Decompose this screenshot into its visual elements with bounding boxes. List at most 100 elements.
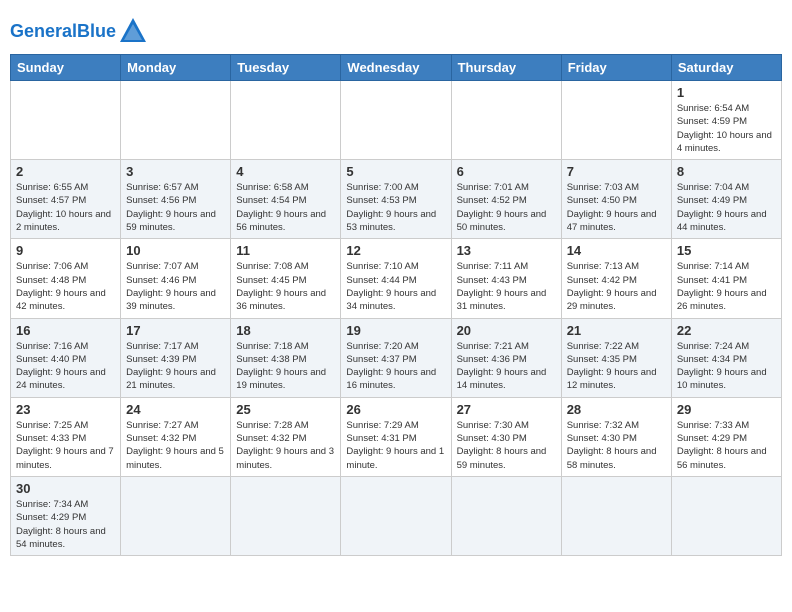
calendar-cell	[231, 81, 341, 160]
calendar-cell: 11 Sunrise: 7:08 AM Sunset: 4:45 PM Dayli…	[231, 239, 341, 318]
day-info: Sunrise: 7:18 AM Sunset: 4:38 PM Dayligh…	[236, 340, 335, 393]
day-number: 14	[567, 243, 666, 258]
calendar-cell: 29Sunrise: 7:33 AM Sunset: 4:29 PM Dayli…	[671, 397, 781, 476]
day-info: Sunrise: 7:25 AM Sunset: 4:33 PM Dayligh…	[16, 419, 115, 472]
calendar-cell	[451, 476, 561, 555]
day-info: Sunrise: 7:28 AM Sunset: 4:32 PM Dayligh…	[236, 419, 335, 472]
day-info: Sunrise: 7:06 AM Sunset: 4:48 PM Dayligh…	[16, 260, 115, 313]
calendar-cell: 19 Sunrise: 7:20 AM Sunset: 4:37 PM Dayli…	[341, 318, 451, 397]
logo-blue: Blue	[77, 21, 116, 41]
calendar-cell: 9 Sunrise: 7:06 AM Sunset: 4:48 PM Daylig…	[11, 239, 121, 318]
day-info: Sunrise: 7:01 AM Sunset: 4:52 PM Dayligh…	[457, 181, 556, 234]
day-info: Sunrise: 7:17 AM Sunset: 4:39 PM Dayligh…	[126, 340, 225, 393]
day-info: Sunrise: 7:33 AM Sunset: 4:29 PM Dayligh…	[677, 419, 776, 472]
logo-general: General	[10, 21, 77, 41]
calendar-cell	[231, 476, 341, 555]
weekday-header-thursday: Thursday	[451, 55, 561, 81]
week-row-1: 2Sunrise: 6:55 AM Sunset: 4:57 PM Daylig…	[11, 160, 782, 239]
calendar-cell	[671, 476, 781, 555]
day-info: Sunrise: 7:03 AM Sunset: 4:50 PM Dayligh…	[567, 181, 666, 234]
day-number: 22	[677, 323, 776, 338]
calendar-cell	[561, 476, 671, 555]
weekday-header-wednesday: Wednesday	[341, 55, 451, 81]
week-row-5: 30Sunrise: 7:34 AM Sunset: 4:29 PM Dayli…	[11, 476, 782, 555]
day-info: Sunrise: 7:16 AM Sunset: 4:40 PM Dayligh…	[16, 340, 115, 393]
day-info: Sunrise: 7:32 AM Sunset: 4:30 PM Dayligh…	[567, 419, 666, 472]
day-info: Sunrise: 7:20 AM Sunset: 4:37 PM Dayligh…	[346, 340, 445, 393]
day-number: 16	[16, 323, 115, 338]
calendar-cell: 17 Sunrise: 7:17 AM Sunset: 4:39 PM Dayli…	[121, 318, 231, 397]
calendar-cell: 21 Sunrise: 7:22 AM Sunset: 4:35 PM Dayli…	[561, 318, 671, 397]
day-number: 3	[126, 164, 225, 179]
calendar-cell: 6Sunrise: 7:01 AM Sunset: 4:52 PM Daylig…	[451, 160, 561, 239]
day-number: 23	[16, 402, 115, 417]
calendar-cell: 2Sunrise: 6:55 AM Sunset: 4:57 PM Daylig…	[11, 160, 121, 239]
week-row-3: 16 Sunrise: 7:16 AM Sunset: 4:40 PM Dayli…	[11, 318, 782, 397]
calendar-cell: 10Sunrise: 7:07 AM Sunset: 4:46 PM Dayli…	[121, 239, 231, 318]
page: GeneralBlue SundayMondayTuesdayWednesday…	[0, 0, 792, 612]
calendar-cell: 28 Sunrise: 7:32 AM Sunset: 4:30 PM Dayli…	[561, 397, 671, 476]
day-info: Sunrise: 7:24 AM Sunset: 4:34 PM Dayligh…	[677, 340, 776, 393]
day-number: 8	[677, 164, 776, 179]
calendar-cell: 20 Sunrise: 7:21 AM Sunset: 4:36 PM Dayli…	[451, 318, 561, 397]
day-info: Sunrise: 6:54 AM Sunset: 4:59 PM Dayligh…	[677, 102, 776, 155]
day-info: Sunrise: 7:29 AM Sunset: 4:31 PM Dayligh…	[346, 419, 445, 472]
calendar-cell	[121, 476, 231, 555]
weekday-header-saturday: Saturday	[671, 55, 781, 81]
day-number: 25	[236, 402, 335, 417]
day-info: Sunrise: 6:55 AM Sunset: 4:57 PM Dayligh…	[16, 181, 115, 234]
day-number: 9	[16, 243, 115, 258]
logo-text: GeneralBlue	[10, 21, 116, 42]
day-info: Sunrise: 6:57 AM Sunset: 4:56 PM Dayligh…	[126, 181, 225, 234]
calendar-cell: 24Sunrise: 7:27 AM Sunset: 4:32 PM Dayli…	[121, 397, 231, 476]
day-number: 12	[346, 243, 445, 258]
calendar-cell: 13Sunrise: 7:11 AM Sunset: 4:43 PM Dayli…	[451, 239, 561, 318]
week-row-2: 9 Sunrise: 7:06 AM Sunset: 4:48 PM Daylig…	[11, 239, 782, 318]
day-number: 4	[236, 164, 335, 179]
calendar-cell	[451, 81, 561, 160]
day-info: Sunrise: 7:21 AM Sunset: 4:36 PM Dayligh…	[457, 340, 556, 393]
calendar-cell	[561, 81, 671, 160]
day-info: Sunrise: 7:10 AM Sunset: 4:44 PM Dayligh…	[346, 260, 445, 313]
header: GeneralBlue	[10, 10, 782, 46]
calendar-cell: 22 Sunrise: 7:24 AM Sunset: 4:34 PM Dayli…	[671, 318, 781, 397]
calendar-cell: 7 Sunrise: 7:03 AM Sunset: 4:50 PM Daylig…	[561, 160, 671, 239]
calendar-cell: 8Sunrise: 7:04 AM Sunset: 4:49 PM Daylig…	[671, 160, 781, 239]
day-number: 20	[457, 323, 556, 338]
day-info: Sunrise: 6:58 AM Sunset: 4:54 PM Dayligh…	[236, 181, 335, 234]
day-number: 18	[236, 323, 335, 338]
calendar-cell: 26Sunrise: 7:29 AM Sunset: 4:31 PM Dayli…	[341, 397, 451, 476]
day-info: Sunrise: 7:22 AM Sunset: 4:35 PM Dayligh…	[567, 340, 666, 393]
day-info: Sunrise: 7:11 AM Sunset: 4:43 PM Dayligh…	[457, 260, 556, 313]
calendar-cell	[11, 81, 121, 160]
calendar-cell	[341, 476, 451, 555]
day-number: 17	[126, 323, 225, 338]
logo-icon	[118, 16, 148, 46]
calendar-cell: 4 Sunrise: 6:58 AM Sunset: 4:54 PM Daylig…	[231, 160, 341, 239]
day-number: 28	[567, 402, 666, 417]
calendar-cell: 25 Sunrise: 7:28 AM Sunset: 4:32 PM Dayli…	[231, 397, 341, 476]
weekday-header-friday: Friday	[561, 55, 671, 81]
calendar-cell: 23 Sunrise: 7:25 AM Sunset: 4:33 PM Dayli…	[11, 397, 121, 476]
calendar-cell: 14Sunrise: 7:13 AM Sunset: 4:42 PM Dayli…	[561, 239, 671, 318]
day-info: Sunrise: 7:08 AM Sunset: 4:45 PM Dayligh…	[236, 260, 335, 313]
calendar-cell	[121, 81, 231, 160]
calendar-cell: 5 Sunrise: 7:00 AM Sunset: 4:53 PM Daylig…	[341, 160, 451, 239]
day-number: 10	[126, 243, 225, 258]
calendar-cell: 18 Sunrise: 7:18 AM Sunset: 4:38 PM Dayli…	[231, 318, 341, 397]
day-info: Sunrise: 7:34 AM Sunset: 4:29 PM Dayligh…	[16, 498, 115, 551]
calendar-cell: 3 Sunrise: 6:57 AM Sunset: 4:56 PM Daylig…	[121, 160, 231, 239]
calendar-cell: 1 Sunrise: 6:54 AM Sunset: 4:59 PM Daylig…	[671, 81, 781, 160]
day-number: 7	[567, 164, 666, 179]
day-info: Sunrise: 7:00 AM Sunset: 4:53 PM Dayligh…	[346, 181, 445, 234]
day-number: 27	[457, 402, 556, 417]
day-number: 11	[236, 243, 335, 258]
weekday-header-monday: Monday	[121, 55, 231, 81]
week-row-0: 1 Sunrise: 6:54 AM Sunset: 4:59 PM Daylig…	[11, 81, 782, 160]
day-number: 21	[567, 323, 666, 338]
day-number: 1	[677, 85, 776, 100]
calendar-cell: 16 Sunrise: 7:16 AM Sunset: 4:40 PM Dayli…	[11, 318, 121, 397]
day-info: Sunrise: 7:30 AM Sunset: 4:30 PM Dayligh…	[457, 419, 556, 472]
day-number: 5	[346, 164, 445, 179]
day-number: 19	[346, 323, 445, 338]
